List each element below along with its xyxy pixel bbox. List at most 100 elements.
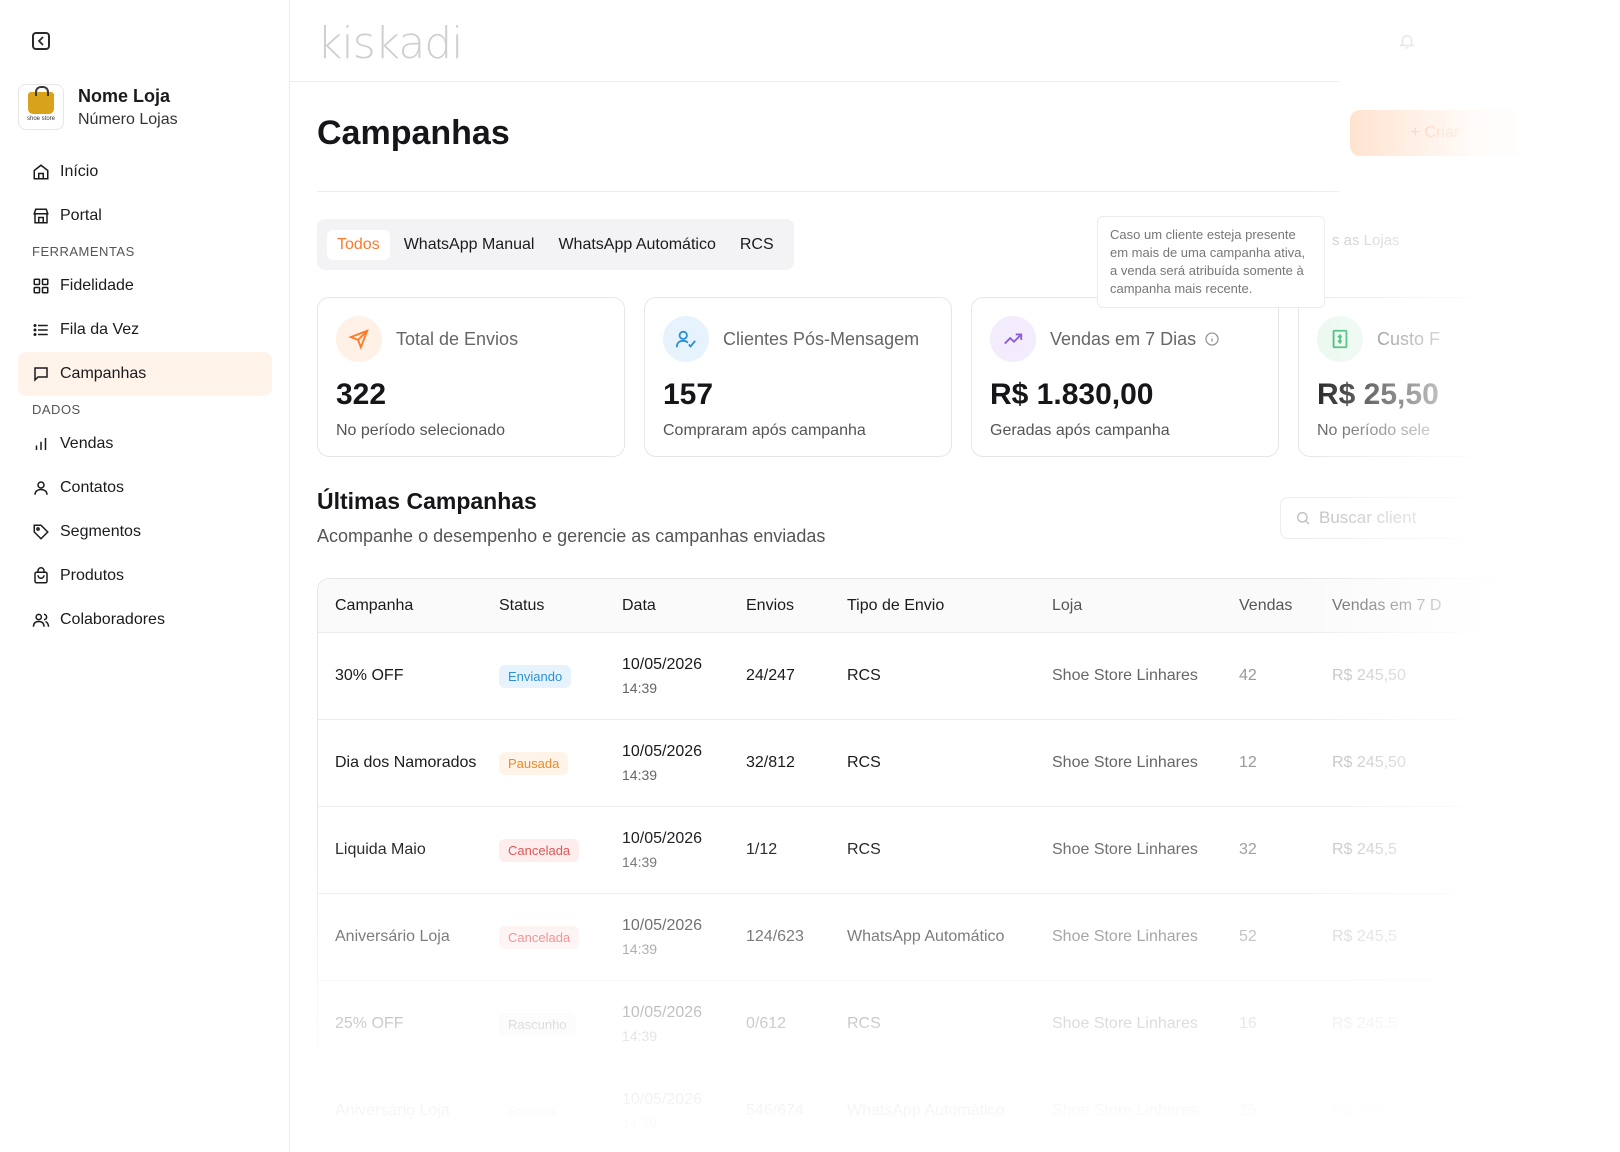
table-row[interactable]: Aniversário Loja Cancelada 10/05/2026 14:…	[318, 894, 1616, 981]
trending-up-icon	[990, 316, 1036, 362]
kpi-label: Clientes Pós-Mensagem	[723, 328, 920, 349]
tab-todos[interactable]: Todos	[327, 229, 390, 260]
table-row[interactable]: 25% OFF Rascunho 10/05/2026 14:39 0/612 R…	[318, 981, 1616, 1068]
sidebar-item-label: Fila da Vez	[60, 321, 140, 338]
campaign-time: 14:39	[622, 1028, 658, 1044]
kpi-subtitle: No período selecionado	[336, 422, 506, 439]
sidebar-item-label: Fidelidade	[60, 277, 134, 294]
info-icon[interactable]	[1204, 331, 1220, 347]
column-header[interactable]: Vendas	[1239, 597, 1332, 615]
user-icon	[34, 481, 48, 495]
section-title: Últimas Campanhas	[317, 488, 537, 514]
grid-icon	[33, 278, 49, 294]
campaign-name: Aniversário Loja	[335, 928, 450, 945]
main-content: kiskadi Campanhas + Criar Todos WhatsApp…	[290, 0, 1620, 1152]
sidebar-item-vendas[interactable]: Vendas	[18, 422, 272, 466]
sidebar-item-label: Segmentos	[60, 523, 141, 540]
table-row[interactable]: 30% OFF Enviando 10/05/2026 14:39 24/247 …	[318, 633, 1616, 720]
tab-whatsapp-automatico[interactable]: WhatsApp Automático	[548, 230, 725, 260]
status-badge: Cancelada	[499, 838, 580, 862]
list-icon	[33, 324, 48, 336]
table-header: Campanha Status Data Envios Tipo de Envi…	[318, 579, 1616, 633]
column-header[interactable]: Data	[622, 597, 746, 615]
table-row[interactable]: Aniversário Loja Enviada 10/05/2026 14:39…	[318, 1068, 1616, 1152]
sidebar-item-inicio[interactable]: Início	[18, 150, 272, 194]
status-badge: Cancelada	[499, 925, 580, 949]
divider	[317, 191, 1340, 192]
receipt-icon	[1317, 316, 1363, 362]
store-icon	[33, 208, 49, 224]
status-badge: Rascunho	[499, 1012, 576, 1036]
tab-whatsapp-manual[interactable]: WhatsApp Manual	[394, 230, 545, 260]
sidebar-item-contatos[interactable]: Contatos	[18, 466, 272, 510]
sidebar-item-fila-da-vez[interactable]: Fila da Vez	[18, 308, 272, 352]
sidebar-item-segmentos[interactable]: Segmentos	[18, 510, 272, 554]
shopping-bag-icon	[28, 86, 54, 114]
sidebar-item-label: Colaboradores	[60, 611, 165, 628]
kpi-cards: Total de Envios 322 No período seleciona…	[317, 297, 1606, 457]
campaign-name: Aniversário Loja	[335, 1102, 450, 1119]
campaign-sales-7d: R$ 245,50	[1332, 667, 1406, 684]
campaign-name: 30% OFF	[335, 667, 404, 684]
column-header[interactable]: Loja	[1052, 597, 1239, 615]
brand-logo: kiskadi	[317, 18, 463, 69]
campaign-sales: 52	[1239, 928, 1257, 945]
kpi-card-clientes-pos-mensagem: Clientes Pós-Mensagem 157 Compraram após…	[644, 297, 952, 457]
sidebar-item-portal[interactable]: Portal	[18, 194, 272, 238]
campaign-sales-7d: R$ 245,5	[1332, 928, 1397, 945]
kpi-value: R$ 1.830,00	[990, 378, 1154, 411]
kpi-card-vendas-7-dias: Vendas em 7 Dias R$ 1.830,00 Geradas apó…	[971, 297, 1279, 457]
tab-rcs[interactable]: RCS	[730, 230, 784, 260]
store-switcher[interactable]: shoe store Nome Loja Número Lojas	[18, 84, 178, 130]
campaign-sales: 12	[1239, 754, 1257, 771]
campaign-name: Dia dos Namorados	[335, 754, 477, 771]
sidebar-item-produtos[interactable]: Produtos	[18, 554, 272, 598]
campaign-date: 10/05/2026	[622, 1091, 703, 1108]
campaign-store: Shoe Store Linhares	[1052, 667, 1198, 684]
top-bar: kiskadi	[290, 0, 1340, 82]
column-header[interactable]: Vendas em 7 D	[1332, 597, 1512, 615]
column-header[interactable]: Status	[499, 597, 622, 615]
campaign-sales-7d: R$ 245,5	[1332, 841, 1397, 858]
tag-icon	[33, 524, 49, 540]
campaign-sales-7d: R$ 245,5	[1332, 1015, 1397, 1032]
home-icon	[33, 164, 49, 180]
campaign-sales: 32	[1239, 841, 1257, 858]
page-title: Campanhas	[317, 114, 510, 152]
search-icon	[1297, 512, 1310, 525]
column-header[interactable]: Tipo de Envio	[847, 597, 1052, 615]
sidebar-item-colaboradores[interactable]: Colaboradores	[18, 598, 272, 642]
campaign-name: Liquida Maio	[335, 841, 426, 858]
kpi-subtitle: Geradas após campanha	[990, 422, 1170, 439]
campaign-time: 14:39	[622, 854, 658, 870]
sidebar-collapse-icon[interactable]	[32, 32, 50, 50]
table-row[interactable]: Liquida Maio Cancelada 10/05/2026 14:39 1…	[318, 807, 1616, 894]
search-input[interactable]: Buscar client	[1280, 497, 1540, 539]
store-count: Número Lojas	[78, 110, 178, 128]
users-icon	[32, 613, 50, 627]
status-badge: Pausada	[499, 751, 569, 775]
sidebar-nav: Início Portal FERRAMENTAS Fidelidade Fil…	[18, 150, 272, 642]
campaign-date: 10/05/2026	[622, 917, 703, 934]
sidebar-item-label: Vendas	[60, 435, 114, 452]
kpi-value: 322	[336, 378, 387, 411]
new-campaign-button[interactable]: + Criar	[1350, 110, 1520, 156]
campaign-sends: 1/12	[746, 841, 778, 858]
campaign-type: WhatsApp Automático	[847, 1102, 1005, 1119]
store-logo: shoe store	[18, 84, 64, 130]
campaign-sends: 32/812	[746, 754, 795, 771]
store-select[interactable]: s as Lojas	[1332, 232, 1400, 249]
column-header[interactable]: Envios	[746, 597, 847, 615]
column-header[interactable]: Campanha	[318, 597, 499, 615]
kpi-subtitle: No período sele	[1317, 422, 1430, 439]
campaign-sends: 0/612	[746, 1015, 787, 1032]
campaign-date: 10/05/2026	[622, 743, 703, 760]
sidebar-item-fidelidade[interactable]: Fidelidade	[18, 264, 272, 308]
campaign-sends: 124/623	[746, 928, 804, 945]
campaign-sales-7d: R$ 245,5	[1332, 1102, 1397, 1119]
table-row[interactable]: Dia dos Namorados Pausada 10/05/2026 14:3…	[318, 720, 1616, 807]
sidebar-item-campanhas[interactable]: Campanhas	[18, 352, 272, 396]
bell-icon[interactable]	[1398, 32, 1416, 50]
campaign-time: 14:39	[622, 767, 658, 783]
search-placeholder: Buscar client	[1319, 508, 1417, 527]
